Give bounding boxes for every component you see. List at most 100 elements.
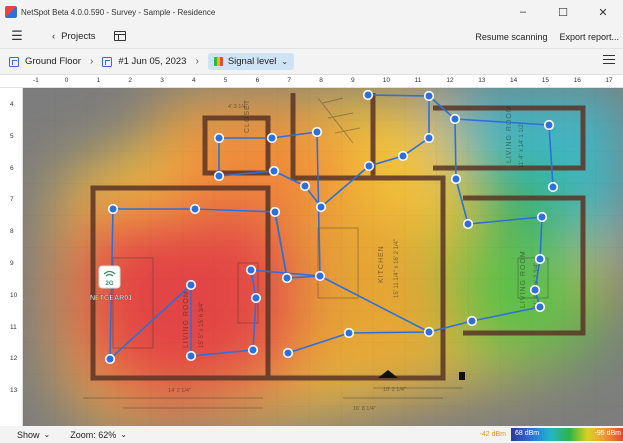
wall-dimension: 10' 2 1/4" xyxy=(383,387,406,393)
export-report-button[interactable]: Export report... xyxy=(559,32,619,42)
legend-gradient: 68 dBm -95 dBm xyxy=(511,428,623,441)
vertical-ruler: 4 5 6 7 8 9 10 11 12 13 xyxy=(0,88,23,426)
chevron-right-icon: › xyxy=(195,56,199,67)
scan-point[interactable] xyxy=(363,160,375,172)
maximize-button[interactable]: ☐ xyxy=(543,0,583,24)
filter-settings-icon[interactable] xyxy=(603,55,615,66)
scan-point[interactable] xyxy=(185,279,197,291)
scan-point[interactable] xyxy=(245,264,257,276)
wall-dimension: 14' 2 1/4" xyxy=(168,388,191,394)
scan-point[interactable] xyxy=(250,292,262,304)
signal-level-icon xyxy=(213,57,223,66)
ruler-tick-label: 7 xyxy=(10,196,14,204)
heatmap-canvas[interactable]: CLOSET LIVING ROOM 15' 5" x 15' 6 3/4" K… xyxy=(23,88,623,426)
scan-point[interactable] xyxy=(466,315,478,327)
ruler-tick-label: 6 xyxy=(10,164,14,172)
netspot-app-icon xyxy=(5,6,17,18)
breadcrumb: Ground Floor › #1 Jun 05, 2023 › Signal … xyxy=(0,49,623,74)
ruler-tick-label: 16 xyxy=(573,77,581,84)
ruler-tick-label: 7 xyxy=(287,77,292,84)
ruler-tick-label: 8 xyxy=(10,228,14,236)
scan-point[interactable] xyxy=(107,203,119,215)
zoom-label: Zoom: 62% xyxy=(70,429,117,440)
chevron-right-icon: › xyxy=(89,56,94,67)
ruler-tick-label: 0 xyxy=(64,77,69,84)
scan-point[interactable] xyxy=(299,180,311,192)
scan-point[interactable] xyxy=(536,211,548,223)
scan-point[interactable] xyxy=(213,170,225,182)
scan-point[interactable] xyxy=(534,301,546,313)
room-dimension: 15' 11 1/4" x 16' 2 1/4" xyxy=(394,239,400,298)
scan-point[interactable] xyxy=(343,327,355,339)
chevron-down-icon: ⌄ xyxy=(120,430,127,439)
scan-point[interactable] xyxy=(266,132,278,144)
survey-icon xyxy=(102,56,113,67)
scan-point[interactable] xyxy=(268,165,280,177)
ruler-tick-label: 12 xyxy=(446,77,454,84)
scan-point[interactable] xyxy=(462,218,474,230)
signal-level-dropdown[interactable]: Signal level ⌄ xyxy=(207,53,295,70)
ruler-tick-label: 15 xyxy=(541,77,550,84)
breadcrumb-survey[interactable]: #1 Jun 05, 2023 xyxy=(102,56,186,67)
ruler-tick-label: 5 xyxy=(10,132,14,140)
ruler-tick-label: 11 xyxy=(10,323,17,331)
scan-point[interactable] xyxy=(397,150,409,162)
minimize-button[interactable]: – xyxy=(503,0,543,24)
ruler-tick-label: 4 xyxy=(10,101,14,108)
room-label: KITCHEN xyxy=(378,245,385,283)
scan-point[interactable] xyxy=(282,347,294,359)
scan-point[interactable] xyxy=(450,173,462,185)
room-label: LIVING ROOM xyxy=(183,290,190,348)
scan-point[interactable] xyxy=(543,119,555,131)
projects-back-button[interactable]: ‹ Projects xyxy=(52,31,96,42)
layout-panel-icon[interactable] xyxy=(113,31,126,41)
wall-dimension: 4' 3 1/4" xyxy=(228,104,248,110)
scan-point[interactable] xyxy=(281,272,293,284)
scan-point[interactable] xyxy=(189,203,201,215)
close-button[interactable]: ✕ xyxy=(583,0,623,24)
signal-level-label: Signal level xyxy=(227,56,277,67)
show-dropdown[interactable]: Show ⌄ xyxy=(17,430,50,440)
scan-point[interactable] xyxy=(423,90,435,102)
horizontal-ruler: -1 0 1 2 3 4 5 6 7 8 9 10 11 12 13 14 15 16 17 xyxy=(0,74,623,88)
signal-legend: -42 dBm 68 dBm -95 dBm xyxy=(480,428,623,441)
breadcrumb-floor[interactable]: Ground Floor xyxy=(9,56,81,67)
ruler-tick-label: 13 xyxy=(10,387,18,395)
floor-plan-icon xyxy=(9,56,19,67)
room-dimension: 15' 5" x 15' 6 3/4" xyxy=(199,302,205,348)
scan-point[interactable] xyxy=(185,350,197,362)
scan-point[interactable] xyxy=(213,132,225,144)
scan-point[interactable] xyxy=(449,113,461,125)
scan-point[interactable] xyxy=(269,206,281,218)
projects-label: Projects xyxy=(61,30,96,42)
ruler-tick-label: 2 xyxy=(128,77,133,84)
ruler-tick-label: 1 xyxy=(96,77,101,84)
ruler-tick-label: 17 xyxy=(605,77,613,84)
chevron-down-icon: ⌄ xyxy=(281,57,289,66)
scan-point[interactable] xyxy=(547,181,559,193)
ruler-tick-label: 10 xyxy=(382,77,391,84)
room-dimension: 11' 4" x 14' 1 1/2" xyxy=(519,122,525,168)
scan-point[interactable] xyxy=(423,326,435,338)
breadcrumb-survey-label: #1 Jun 05, 2023 xyxy=(118,56,187,67)
ruler-tick-label: 14 xyxy=(510,77,518,84)
scan-point[interactable] xyxy=(529,284,541,296)
access-point-band: 2G xyxy=(105,281,113,287)
heatmap-svg: CLOSET LIVING ROOM 15' 5" x 15' 6 3/4" K… xyxy=(23,88,623,426)
hamburger-menu-icon[interactable]: ☰ xyxy=(0,28,34,44)
resume-scanning-button[interactable]: Resume scanning xyxy=(475,32,547,42)
scan-point[interactable] xyxy=(362,89,374,101)
scan-point[interactable] xyxy=(534,253,546,265)
ruler-tick-label: 12 xyxy=(10,355,18,363)
room-label: LIVING ROOM xyxy=(520,250,527,308)
scan-point[interactable] xyxy=(314,270,326,282)
scan-point[interactable] xyxy=(311,126,323,138)
ruler-tick-label: 13 xyxy=(478,77,486,84)
zoom-dropdown[interactable]: Zoom: 62% ⌄ xyxy=(70,430,127,440)
scan-point[interactable] xyxy=(315,201,327,213)
wall-dimension: 16' 8 1/4" xyxy=(353,406,376,412)
legend-max: -95 dBm xyxy=(594,430,621,437)
scan-point[interactable] xyxy=(247,344,259,356)
scan-point[interactable] xyxy=(104,353,116,365)
scan-point[interactable] xyxy=(423,132,435,144)
